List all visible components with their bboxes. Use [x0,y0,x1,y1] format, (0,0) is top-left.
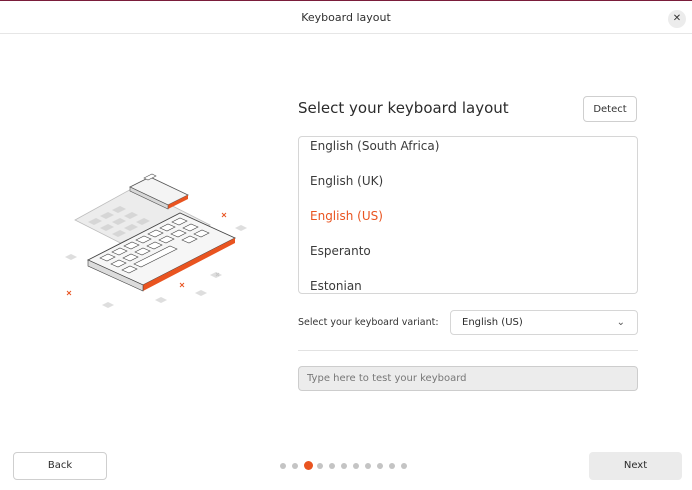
page-dot [292,463,298,469]
page-dot [329,463,335,469]
layout-item-estonian[interactable]: Estonian [310,279,362,293]
page-dot [401,463,407,469]
layout-item-esperanto[interactable]: Esperanto [310,244,371,258]
keyboard-layout-list[interactable]: English (South Africa) English (UK) Engl… [298,136,638,294]
page-dot [353,463,359,469]
back-button[interactable]: Back [13,452,107,480]
keyboard-illustration [65,173,247,308]
variant-label: Select your keyboard variant: [298,317,439,328]
title-bar: Keyboard layout ✕ [0,0,692,34]
next-button[interactable]: Next [589,452,682,480]
close-button[interactable]: ✕ [668,10,686,28]
page-dot [389,463,395,469]
page-dot [377,463,383,469]
layout-item-english-south-africa[interactable]: English (South Africa) [310,139,439,153]
layout-item-english-uk[interactable]: English (UK) [310,174,383,188]
divider [298,350,638,351]
window-title: Keyboard layout [301,11,391,24]
layout-item-english-us[interactable]: English (US) [310,209,383,223]
detect-button[interactable]: Detect [583,96,637,122]
close-icon: ✕ [672,13,682,24]
page-dot [280,463,286,469]
page-dot [317,463,323,469]
page-dot [341,463,347,469]
page-dot-active [304,461,313,470]
variant-dropdown[interactable]: English (US) ⌄ [450,310,638,335]
page-heading: Select your keyboard layout [298,99,509,117]
variant-value: English (US) [462,317,523,328]
page-dot [365,463,371,469]
chevron-down-icon: ⌄ [616,317,625,328]
keyboard-test-input[interactable] [298,366,638,391]
